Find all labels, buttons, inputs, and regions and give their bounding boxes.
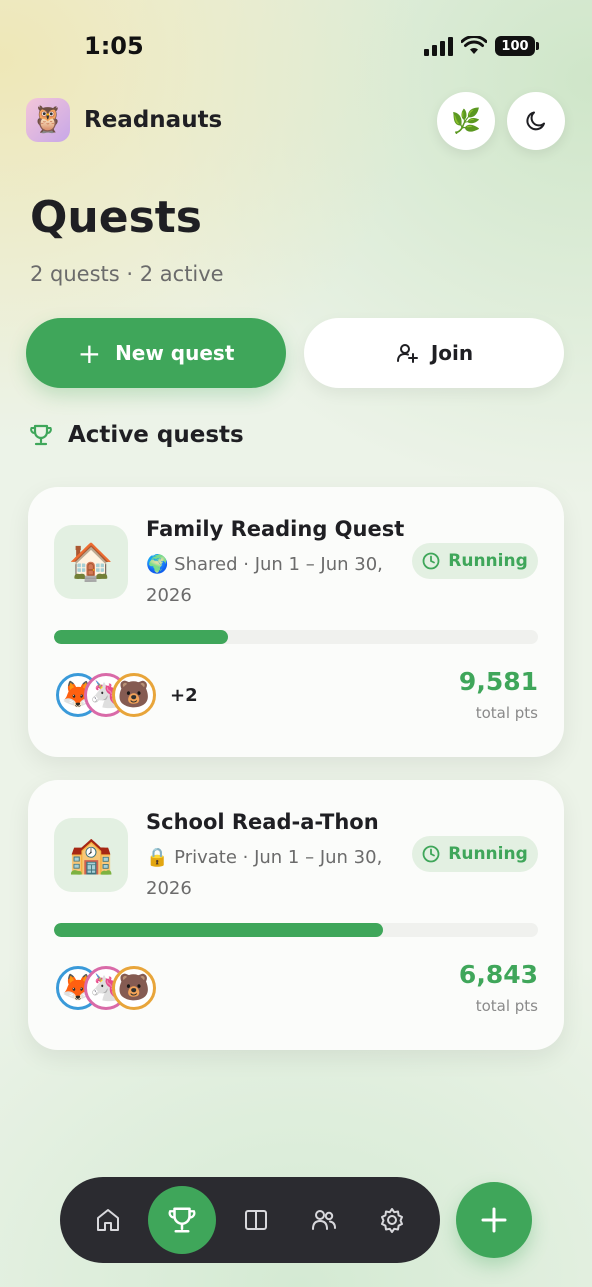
tab-home[interactable] (80, 1192, 136, 1248)
moon-icon (526, 111, 545, 131)
house-icon: 🏠 (54, 525, 128, 599)
trophy-icon (30, 424, 52, 446)
add-user-icon (396, 344, 418, 363)
progress-bar (54, 923, 538, 937)
member-avatars: 🦊 🦄 🐻 +2 (56, 673, 198, 717)
progress-bar (54, 630, 538, 644)
quest-meta: 🌍 Shared · Jun 1 – Jun 30, 2026 (146, 549, 396, 611)
wifi-icon (461, 36, 487, 54)
progress-fill (54, 923, 384, 937)
member-avatars: 🦊 🦄 🐻 (56, 966, 156, 1010)
globe-icon: 🌍 (146, 554, 169, 575)
owl-reading-icon: 🦉 (26, 98, 70, 142)
school-icon: 🏫 (54, 818, 128, 892)
tab-settings[interactable] (364, 1192, 420, 1248)
cellular-signal-icon (424, 36, 453, 56)
section-header: Active quests (30, 422, 244, 448)
clock-icon (422, 552, 440, 570)
leaf-icon: 🌿 (451, 107, 481, 135)
status-bar: 1:05 100 (0, 0, 592, 96)
quest-meta-text: Private · Jun 1 – Jun 30, 2026 (146, 847, 383, 899)
section-title: Active quests (68, 422, 244, 448)
tab-quests[interactable] (148, 1186, 216, 1254)
page-title: Quests (30, 192, 202, 243)
status-label: Running (448, 844, 528, 864)
trophy-icon (168, 1207, 196, 1233)
app-name: Readnauts (84, 107, 223, 133)
status-badge: Running (412, 543, 538, 579)
people-icon (312, 1210, 336, 1230)
status-badge: Running (412, 836, 538, 872)
bottom-nav (60, 1177, 440, 1263)
page-subtitle: 2 quests · 2 active (30, 262, 224, 286)
plus-icon: + (77, 336, 102, 370)
join-label: Join (430, 341, 474, 365)
status-icons: 100 (424, 36, 539, 56)
quest-title: School Read-a-Thon (146, 810, 379, 834)
progress-fill (54, 630, 229, 644)
plus-icon (481, 1207, 507, 1233)
battery-icon: 100 (495, 36, 539, 56)
points-value: 6,843 (458, 960, 538, 989)
tab-library[interactable] (228, 1192, 284, 1248)
join-button[interactable]: Join (304, 318, 564, 388)
book-icon (245, 1210, 267, 1230)
quest-title: Family Reading Quest (146, 517, 405, 541)
clock-icon (422, 845, 440, 863)
quest-meta: 🔒 Private · Jun 1 – Jun 30, 2026 (146, 842, 396, 904)
points-label: total pts (475, 997, 538, 1015)
quest-card-family-reading[interactable]: 🏠 Family Reading Quest 🌍 Shared · Jun 1 … (28, 487, 564, 757)
points-value: 9,581 (458, 667, 538, 696)
leaf-button[interactable]: 🌿 (437, 92, 495, 150)
new-quest-label: New quest (115, 341, 235, 365)
add-fab-button[interactable] (456, 1182, 532, 1258)
avatar-bear: 🐻 (112, 966, 156, 1010)
quest-card-school-read-a-thon[interactable]: 🏫 School Read-a-Thon 🔒 Private · Jun 1 –… (28, 780, 564, 1050)
quest-meta-text: Shared · Jun 1 – Jun 30, 2026 (146, 554, 383, 606)
home-icon (97, 1209, 119, 1231)
status-time: 1:05 (84, 32, 144, 60)
more-members-count: +2 (170, 684, 198, 706)
status-label: Running (448, 551, 528, 571)
new-quest-button[interactable]: + New quest (26, 318, 286, 388)
total-points: 6,843 total pts (459, 960, 538, 1015)
total-points: 9,581 total pts (459, 667, 538, 722)
avatar-bear: 🐻 (112, 673, 156, 717)
theme-toggle-button[interactable] (507, 92, 565, 150)
tab-people[interactable] (296, 1192, 352, 1248)
points-label: total pts (475, 704, 538, 722)
settings-icon (381, 1208, 403, 1233)
brand: 🦉 Readnauts (26, 98, 222, 142)
lock-icon: 🔒 (146, 847, 169, 868)
